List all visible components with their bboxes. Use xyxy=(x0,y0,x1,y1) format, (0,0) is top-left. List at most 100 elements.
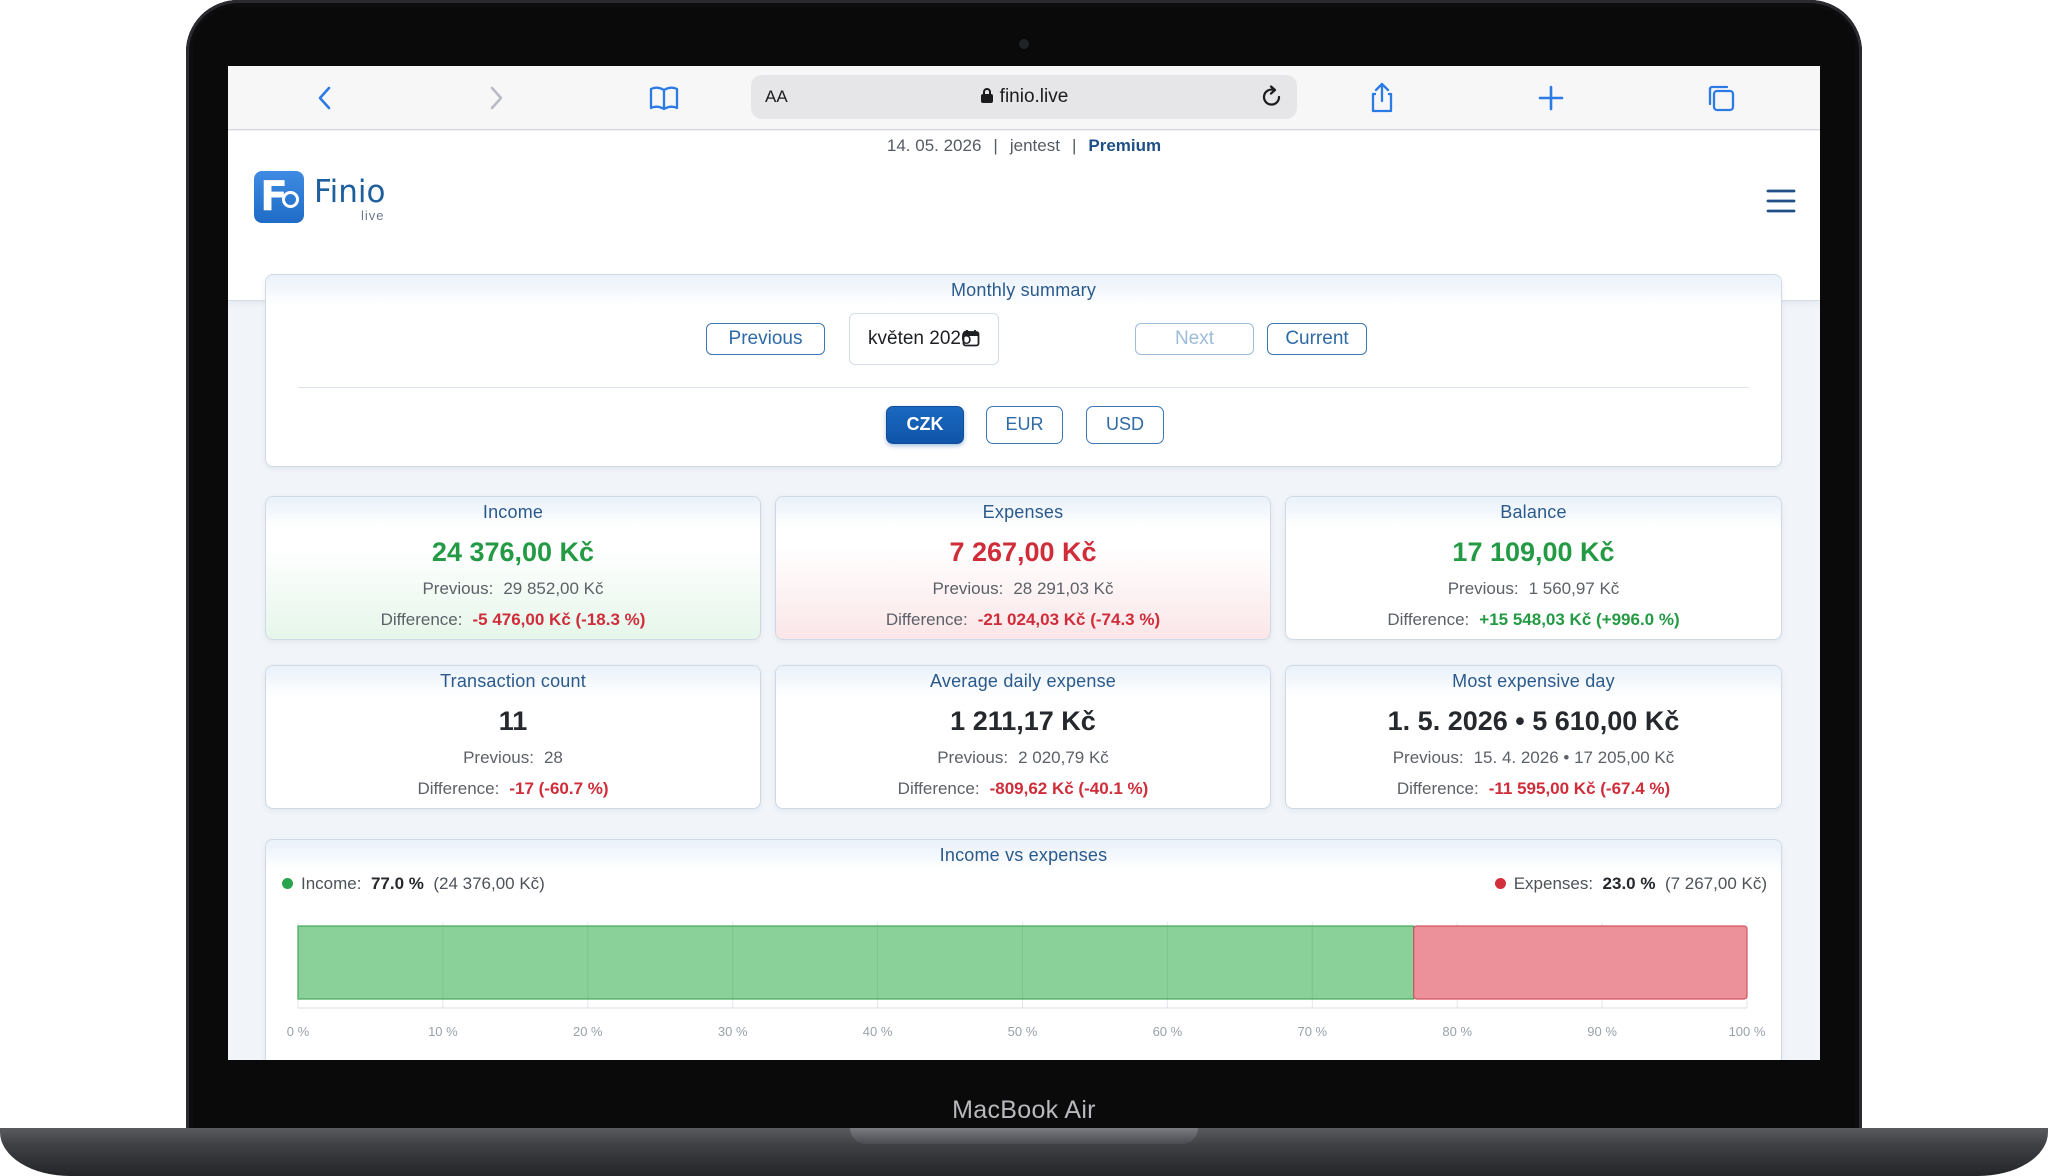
difference-value: -809,62 Kč (-40.1 %) xyxy=(989,779,1149,798)
next-month-button[interactable]: Next xyxy=(1135,323,1254,355)
previous-label: Previous: xyxy=(422,579,494,598)
difference-label: Difference: xyxy=(885,610,968,629)
difference-value: -21 024,03 Kč (-74.3 %) xyxy=(977,610,1161,629)
legend-expense-amount: (7 267,00 Kč) xyxy=(1664,874,1767,893)
card-title: Expenses xyxy=(982,502,1064,522)
back-icon[interactable] xyxy=(308,80,344,116)
divider xyxy=(298,387,1749,388)
monthly-summary-panel: Monthly summary Previous květen 2026 Nex… xyxy=(265,274,1782,467)
currency-czk-button[interactable]: CZK xyxy=(886,406,964,444)
card-previous: Previous: 28 291,03 Kč xyxy=(776,579,1270,599)
card-difference: Difference: -809,62 Kč (-40.1 %) xyxy=(776,779,1270,799)
logo-ring xyxy=(282,191,299,208)
currency-eur-button[interactable]: EUR xyxy=(986,406,1063,444)
currency-usd-button[interactable]: USD xyxy=(1086,406,1164,444)
card-title: Balance xyxy=(1500,502,1567,522)
card-value: 17 109,00 Kč xyxy=(1452,537,1615,567)
difference-label: Difference: xyxy=(1396,779,1479,798)
card-previous: Previous: 2 020,79 Kč xyxy=(776,748,1270,768)
expenses-card: Expenses 7 267,00 Kč Previous: 28 291,03 … xyxy=(775,496,1271,640)
laptop-base-notch xyxy=(850,1128,1198,1144)
card-value: 11 xyxy=(498,706,528,736)
share-icon[interactable] xyxy=(1364,80,1400,116)
logo-name: Finio xyxy=(314,174,386,210)
previous-value: 28 291,03 Kč xyxy=(1013,579,1114,598)
legend-expense-dot xyxy=(1494,878,1506,889)
previous-label: Previous: xyxy=(463,748,534,767)
username: jentest xyxy=(1009,136,1060,155)
previous-label: Previous: xyxy=(932,579,1004,598)
month-picker-value: květen 2026 xyxy=(868,328,972,349)
legend-expense-label: Expenses: xyxy=(1513,874,1594,893)
chart-title: Income vs expenses xyxy=(939,845,1108,865)
reload-icon[interactable] xyxy=(1257,82,1287,112)
legend-income[interactable]: Income: 77.0 % (24 376,00 Kč) xyxy=(282,874,545,894)
previous-value: 28 xyxy=(543,748,563,767)
previous-value: 29 852,00 Kč xyxy=(503,579,604,598)
previous-value: 15. 4. 2026 • 17 205,00 Kč xyxy=(1473,748,1675,767)
difference-value: -11 595,00 Kč (-67.4 %) xyxy=(1488,779,1671,798)
legend-income-label: Income: xyxy=(301,874,362,893)
device-label: MacBook Air xyxy=(952,1096,1096,1124)
logo-mark: F xyxy=(254,171,304,223)
card-previous: Previous: 15. 4. 2026 • 17 205,00 Kč xyxy=(1286,748,1781,768)
difference-label: Difference: xyxy=(897,779,980,798)
legend-expenses[interactable]: Expenses: 23.0 % (7 267,00 Kč) xyxy=(1494,874,1767,894)
screen: AA finio.live 14. 05. 2026 | jentest | Premi… xyxy=(228,66,1820,1060)
card-value: 1. 5. 2026 • 5 610,00 Kč xyxy=(1387,706,1680,736)
balance-card: Balance 17 109,00 Kč Previous: 1 560,97 K… xyxy=(1285,496,1782,640)
x-tick-label: 40 % xyxy=(863,1024,893,1039)
card-difference: Difference: -5 476,00 Kč (-18.3 %) xyxy=(266,610,760,630)
average-daily-expense-card: Average daily expense 1 211,17 Kč Previo… xyxy=(775,665,1271,809)
plan-badge[interactable]: Premium xyxy=(1088,136,1161,155)
difference-value: -17 (-60.7 %) xyxy=(509,779,609,798)
x-tick-label: 60 % xyxy=(1153,1024,1183,1039)
panel-title: Monthly summary xyxy=(950,280,1097,300)
income-vs-expenses-panel: Income vs expenses Income: 77.0 % (24 37… xyxy=(265,839,1782,1060)
previous-label: Previous: xyxy=(937,748,1009,767)
x-tick-label: 80 % xyxy=(1442,1024,1472,1039)
legend-income-amount: (24 376,00 Kč) xyxy=(433,874,545,893)
card-previous: Previous: 1 560,97 Kč xyxy=(1286,579,1781,599)
separator: | xyxy=(993,136,998,155)
difference-label: Difference: xyxy=(1387,610,1470,629)
card-previous: Previous: 29 852,00 Kč xyxy=(266,579,760,599)
previous-value: 1 560,97 Kč xyxy=(1528,579,1620,598)
card-value: 1 211,17 Kč xyxy=(950,706,1096,736)
card-title: Average daily expense xyxy=(930,671,1116,691)
x-tick-label: 20 % xyxy=(573,1024,603,1039)
card-title: Most expensive day xyxy=(1452,671,1615,691)
x-tick-label: 0 % xyxy=(287,1024,310,1039)
x-tick-label: 70 % xyxy=(1297,1024,1327,1039)
x-tick-label: 100 % xyxy=(1729,1024,1766,1039)
card-difference: Difference: +15 548,03 Kč (+996.0 %) xyxy=(1286,610,1781,630)
logo-subtitle: live xyxy=(361,208,385,223)
card-value: 7 267,00 Kč xyxy=(949,537,1097,567)
url-field[interactable]: AA finio.live xyxy=(751,75,1297,119)
x-tick-label: 90 % xyxy=(1587,1024,1617,1039)
new-tab-icon[interactable] xyxy=(1533,80,1569,116)
difference-value: -5 476,00 Kč (-18.3 %) xyxy=(472,610,646,629)
income-card: Income 24 376,00 Kč Previous: 29 852,00 K… xyxy=(265,496,761,640)
separator: | xyxy=(1071,136,1077,155)
card-difference: Difference: -11 595,00 Kč (-67.4 %) xyxy=(1286,779,1781,799)
card-value: 24 376,00 Kč xyxy=(431,537,595,567)
card-title: Income xyxy=(482,502,544,522)
x-tick-label: 10 % xyxy=(428,1024,458,1039)
url-display[interactable]: finio.live xyxy=(751,86,1297,108)
calendar-icon[interactable] xyxy=(962,329,980,347)
lock-icon xyxy=(980,88,993,103)
difference-value: +15 548,03 Kč (+996.0 %) xyxy=(1479,610,1680,629)
current-month-button[interactable]: Current xyxy=(1267,323,1367,355)
current-date: 14. 05. 2026 xyxy=(886,136,982,155)
hamburger-menu-icon[interactable] xyxy=(1764,186,1798,216)
card-difference: Difference: -21 024,03 Kč (-74.3 %) xyxy=(776,610,1270,630)
transaction-count-card: Transaction count 11 Previous: 28 Differe… xyxy=(265,665,761,809)
status-line: 14. 05. 2026 | jentest | Premium xyxy=(228,136,1820,156)
bookmarks-icon[interactable] xyxy=(646,80,682,116)
previous-month-button[interactable]: Previous xyxy=(706,323,825,355)
tabs-overview-icon[interactable] xyxy=(1703,80,1739,116)
month-picker-input[interactable]: květen 2026 xyxy=(849,313,999,365)
forward-icon[interactable] xyxy=(478,80,514,116)
x-tick-label: 50 % xyxy=(1008,1024,1038,1039)
